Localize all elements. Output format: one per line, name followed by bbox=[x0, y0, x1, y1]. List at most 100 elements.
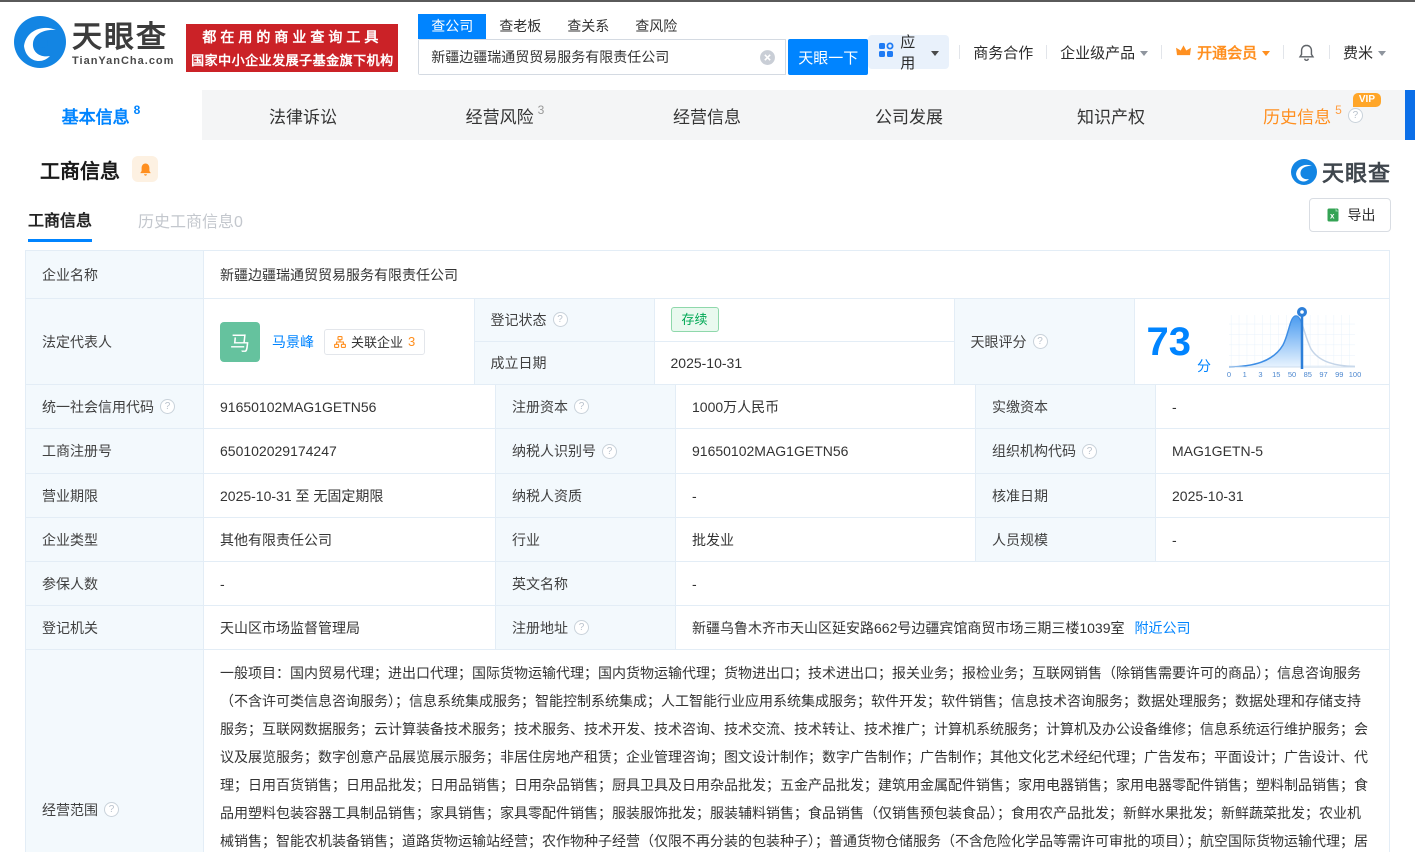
field-label: 纳税人识别号 ? bbox=[496, 429, 676, 473]
field-label: 纳税人资质 bbox=[496, 474, 676, 517]
table-row: 统一社会信用代码 ? 91650102MAG1GETN56 注册资本 ? 100… bbox=[26, 385, 1389, 429]
tab-history-info[interactable]: VIP 历史信息 5 ? bbox=[1212, 90, 1414, 140]
taxpayer-id-value: 91650102MAG1GETN56 bbox=[676, 429, 976, 473]
brand-name: 天眼查 bbox=[72, 23, 174, 53]
nav-open-vip[interactable]: 开通会员 bbox=[1175, 42, 1270, 63]
field-label: 参保人数 bbox=[26, 562, 204, 605]
nav-enterprise-products[interactable]: 企业级产品 bbox=[1060, 42, 1148, 63]
nav-business-cooperation[interactable]: 商务合作 bbox=[973, 42, 1033, 63]
section-title: 工商信息 bbox=[40, 155, 120, 184]
svg-text:0: 0 bbox=[1227, 370, 1231, 379]
tab-company-development[interactable]: 公司发展 bbox=[808, 90, 1010, 140]
tab-count: 8 bbox=[134, 103, 141, 117]
reg-authority-value: 天山区市场监督管理局 bbox=[204, 606, 496, 649]
table-row: 营业期限 2025-10-31 至 无固定期限 纳税人资质 - 核准日期 202… bbox=[26, 474, 1389, 518]
field-label: 营业期限 bbox=[26, 474, 204, 517]
clear-search-icon[interactable] bbox=[759, 49, 776, 66]
field-label: 行业 bbox=[496, 518, 676, 561]
svg-text:97: 97 bbox=[1319, 370, 1327, 379]
field-label: 人员规模 bbox=[976, 518, 1156, 561]
apps-menu-button[interactable]: 应用 bbox=[868, 35, 949, 69]
score-distribution-chart: 0 1 3 15 50 85 97 99 100 bbox=[1223, 303, 1373, 381]
reg-address-value: 新疆乌鲁木齐市天山区延安路662号边疆宾馆商贸市场三期三楼1039室 bbox=[692, 618, 1125, 638]
tab-operating-info[interactable]: 经营信息 bbox=[606, 90, 808, 140]
business-term-value: 2025-10-31 至 无固定期限 bbox=[204, 474, 496, 517]
related-count: 3 bbox=[408, 334, 415, 349]
help-icon[interactable]: ? bbox=[553, 312, 568, 327]
excel-icon: x bbox=[1325, 207, 1341, 223]
crown-icon bbox=[1175, 44, 1192, 61]
related-label: 关联企业 bbox=[351, 332, 403, 351]
search-tab-risk[interactable]: 查风险 bbox=[622, 14, 690, 39]
industry-value: 批发业 bbox=[676, 518, 976, 561]
related-companies-badge[interactable]: 关联企业 3 bbox=[324, 329, 425, 355]
status-badge: 存续 bbox=[671, 307, 719, 332]
field-label: 登记状态 ? bbox=[475, 299, 655, 341]
staff-size-value: - bbox=[1156, 518, 1389, 561]
help-icon[interactable]: ? bbox=[160, 399, 175, 414]
legal-rep-cell: 马 马景峰 关联企业 3 bbox=[204, 299, 475, 384]
nearby-companies-link[interactable]: 附近公司 bbox=[1135, 618, 1191, 638]
notifications-button[interactable] bbox=[1297, 43, 1316, 62]
field-label: 注册地址 ? bbox=[496, 606, 676, 649]
svg-text:99: 99 bbox=[1335, 370, 1343, 379]
user-menu[interactable]: 费米 bbox=[1343, 42, 1386, 63]
table-row: 工商注册号 650102029174247 纳税人识别号 ? 91650102M… bbox=[26, 429, 1389, 474]
taxpayer-quality-value: - bbox=[676, 474, 976, 517]
paid-capital-value: - bbox=[1156, 385, 1389, 428]
svg-text:100: 100 bbox=[1349, 370, 1362, 379]
table-row: 企业类型 其他有限责任公司 行业 批发业 人员规模 - bbox=[26, 518, 1389, 562]
reg-status-cell: 存续 bbox=[655, 299, 955, 341]
subtab-business-info[interactable]: 工商信息 bbox=[28, 198, 92, 242]
apps-label: 应用 bbox=[900, 31, 925, 73]
svg-text:3: 3 bbox=[1258, 370, 1262, 379]
business-scope-value: 一般项目：国内贸易代理；进出口代理；国际货物运输代理；国内货物运输代理；货物进出… bbox=[204, 650, 1389, 852]
divider bbox=[959, 45, 960, 59]
tab-count: 5 bbox=[1335, 103, 1342, 117]
bell-icon bbox=[138, 162, 153, 177]
help-icon[interactable]: ? bbox=[1033, 334, 1048, 349]
field-label: 组织机构代码 ? bbox=[976, 429, 1156, 473]
help-icon[interactable]: ? bbox=[104, 802, 119, 817]
chevron-down-icon bbox=[931, 51, 939, 56]
search-tab-relation[interactable]: 查关系 bbox=[554, 14, 622, 39]
tab-legal-proceedings[interactable]: 法律诉讼 bbox=[202, 90, 404, 140]
table-row: 参保人数 - 英文名称 - bbox=[26, 562, 1389, 606]
tab-intellectual-property[interactable]: 知识产权 bbox=[1010, 90, 1212, 140]
search-input[interactable] bbox=[419, 40, 785, 74]
tab-basic-info[interactable]: 基本信息 8 bbox=[0, 90, 202, 140]
subtab-history-business-info[interactable]: 历史工商信息0 bbox=[138, 198, 243, 242]
field-label: 实缴资本 bbox=[976, 385, 1156, 428]
promo-line2: 国家中小企业发展子基金旗下机构 bbox=[191, 50, 394, 69]
help-icon[interactable]: ? bbox=[574, 399, 589, 414]
divider bbox=[1283, 45, 1284, 59]
table-row: 企业名称 新疆边疆瑞通贸贸易服务有限责任公司 bbox=[26, 251, 1389, 299]
site-logo[interactable]: 天眼查 TianYanCha.com bbox=[14, 16, 174, 73]
legal-rep-link[interactable]: 马景峰 bbox=[272, 332, 314, 352]
reg-address-cell: 新疆乌鲁木齐市天山区延安路662号边疆宾馆商贸市场三期三楼1039室 附近公司 bbox=[676, 606, 1389, 649]
search-button[interactable]: 天眼一下 bbox=[788, 39, 868, 75]
side-widget-handle[interactable] bbox=[1405, 90, 1415, 140]
chevron-down-icon bbox=[1140, 51, 1148, 56]
watermark-text: 天眼查 bbox=[1322, 156, 1391, 188]
svg-text:15: 15 bbox=[1272, 370, 1280, 379]
english-name-value: - bbox=[676, 562, 1389, 605]
tianyancha-logo-icon bbox=[14, 16, 66, 73]
search-tab-company[interactable]: 查公司 bbox=[418, 14, 486, 39]
subscribe-bell-button[interactable] bbox=[132, 156, 158, 182]
help-icon[interactable]: ? bbox=[1348, 108, 1363, 123]
promo-banner: 都在用的商业查询工具 国家中小企业发展子基金旗下机构 bbox=[186, 24, 398, 72]
field-label: 核准日期 bbox=[976, 474, 1156, 517]
help-icon[interactable]: ? bbox=[602, 444, 617, 459]
avatar[interactable]: 马 bbox=[220, 322, 260, 362]
divider bbox=[1161, 45, 1162, 59]
svg-text:50: 50 bbox=[1288, 370, 1296, 379]
company-page-tabs: 基本信息 8 法律诉讼 经营风险 3 经营信息 公司发展 知识产权 VIP 历史… bbox=[0, 90, 1415, 140]
help-icon[interactable]: ? bbox=[1082, 444, 1097, 459]
table-row: 法定代表人 马 马景峰 关联企业 3 登记状态 ? 存续 bbox=[26, 299, 1389, 385]
search-tab-boss[interactable]: 查老板 bbox=[486, 14, 554, 39]
field-label: 经营范围 ? bbox=[26, 650, 204, 852]
tab-operating-risk[interactable]: 经营风险 3 bbox=[404, 90, 606, 140]
export-button[interactable]: x 导出 bbox=[1309, 198, 1391, 232]
help-icon[interactable]: ? bbox=[574, 620, 589, 635]
